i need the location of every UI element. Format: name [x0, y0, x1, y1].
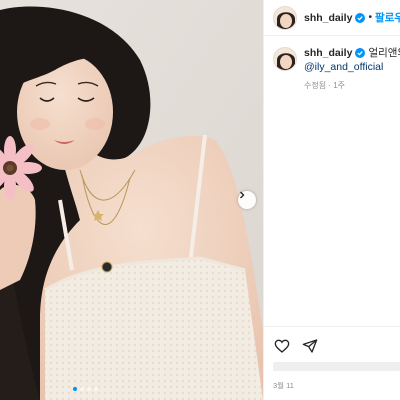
follow-button[interactable]: 팔로우	[375, 10, 400, 25]
verified-badge-icon	[355, 48, 366, 58]
like-button[interactable]	[273, 337, 291, 355]
carousel-dot	[73, 387, 77, 391]
post-side-panel: shh_daily • 팔로우 shh_daily 얼리앤 @ily_and_o…	[263, 0, 400, 400]
post-header: shh_daily • 팔로우	[264, 0, 400, 36]
carousel-next-button[interactable]	[238, 191, 256, 209]
carousel-dot	[94, 387, 98, 391]
heart-icon	[274, 339, 290, 353]
post-actions	[264, 326, 400, 364]
post-media[interactable]	[0, 0, 263, 400]
chevron-right-icon	[240, 191, 245, 199]
caption-meta: 수정됨 · 1주	[304, 81, 345, 90]
post-photo	[0, 0, 263, 400]
post-caption: shh_daily 얼리앤의 @ily_and_official 수정됨 · 1…	[273, 46, 400, 93]
avatar[interactable]	[273, 47, 297, 71]
caption-text: 얼리앤의	[368, 47, 400, 59]
share-button[interactable]	[301, 337, 319, 355]
avatar-image	[274, 48, 296, 70]
send-icon	[302, 338, 318, 353]
avatar-image	[274, 6, 296, 29]
caption-body: shh_daily 얼리앤의 @ily_and_official 수정됨 · 1…	[304, 46, 400, 93]
header-username[interactable]: shh_daily	[304, 12, 352, 24]
caption-mention-link[interactable]: @ily_and_official	[304, 60, 400, 74]
avatar[interactable]	[273, 5, 297, 30]
verified-badge-icon	[355, 12, 366, 23]
header-separator: •	[368, 12, 372, 23]
post-date: 3월 11	[273, 381, 294, 390]
likes-count-placeholder	[273, 362, 400, 371]
caption-username[interactable]: shh_daily	[304, 46, 352, 60]
carousel-dot	[80, 387, 84, 391]
carousel-dot	[87, 387, 91, 391]
carousel-indicator	[73, 387, 98, 391]
